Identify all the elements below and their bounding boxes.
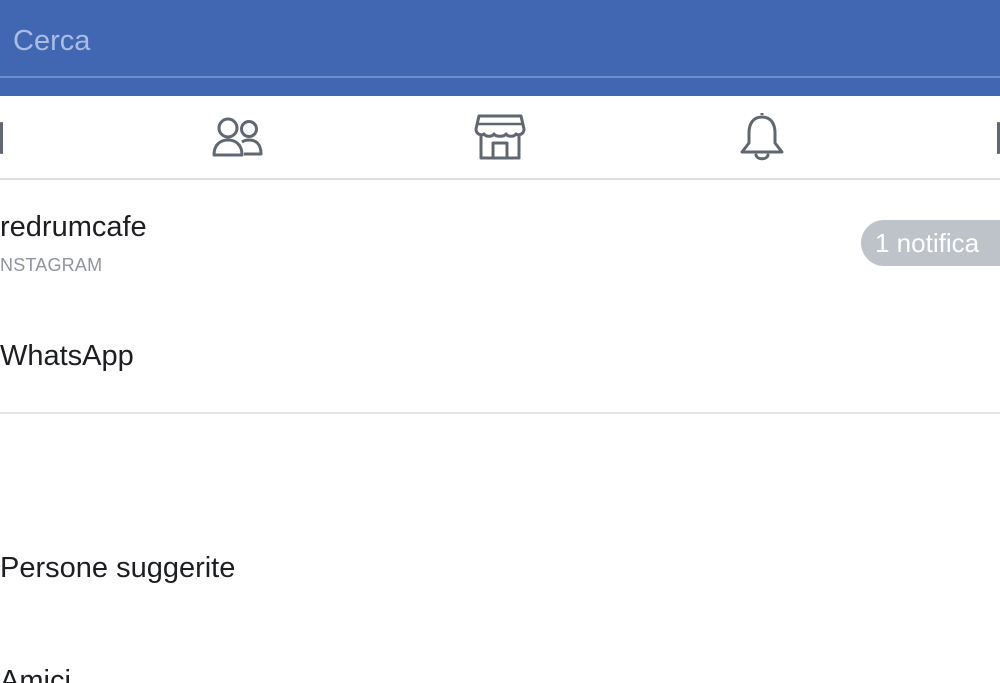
menu-item-suggested-people[interactable]: Persone suggerite xyxy=(0,530,1000,610)
search-input[interactable] xyxy=(0,6,1000,78)
tab-bar xyxy=(0,96,1000,180)
top-bar xyxy=(0,0,1000,96)
tab-friends[interactable] xyxy=(178,96,298,178)
account-row-instagram[interactable]: redrumcafe NSTAGRAM 1 notifica xyxy=(0,180,1000,288)
section-divider xyxy=(0,412,1000,414)
account-name: WhatsApp xyxy=(0,340,134,372)
notification-badge: 1 notifica xyxy=(861,220,1000,266)
friends-icon xyxy=(212,117,263,157)
tab-notifications[interactable] xyxy=(702,96,822,178)
account-name: redrumcafe xyxy=(0,211,147,243)
menu-item-friends[interactable]: Amici xyxy=(0,645,1000,683)
menu-item-label: Amici xyxy=(0,665,71,683)
home-tab-edge-icon[interactable] xyxy=(0,122,3,154)
marketplace-store-icon xyxy=(474,114,526,160)
menu-item-label: Persone suggerite xyxy=(0,552,236,584)
bell-icon xyxy=(740,113,784,161)
tab-marketplace[interactable] xyxy=(440,96,560,178)
app-screen: redrumcafe NSTAGRAM 1 notifica WhatsApp … xyxy=(0,0,1000,683)
account-platform: NSTAGRAM xyxy=(0,255,103,275)
account-row-whatsapp[interactable]: WhatsApp xyxy=(0,300,1000,410)
